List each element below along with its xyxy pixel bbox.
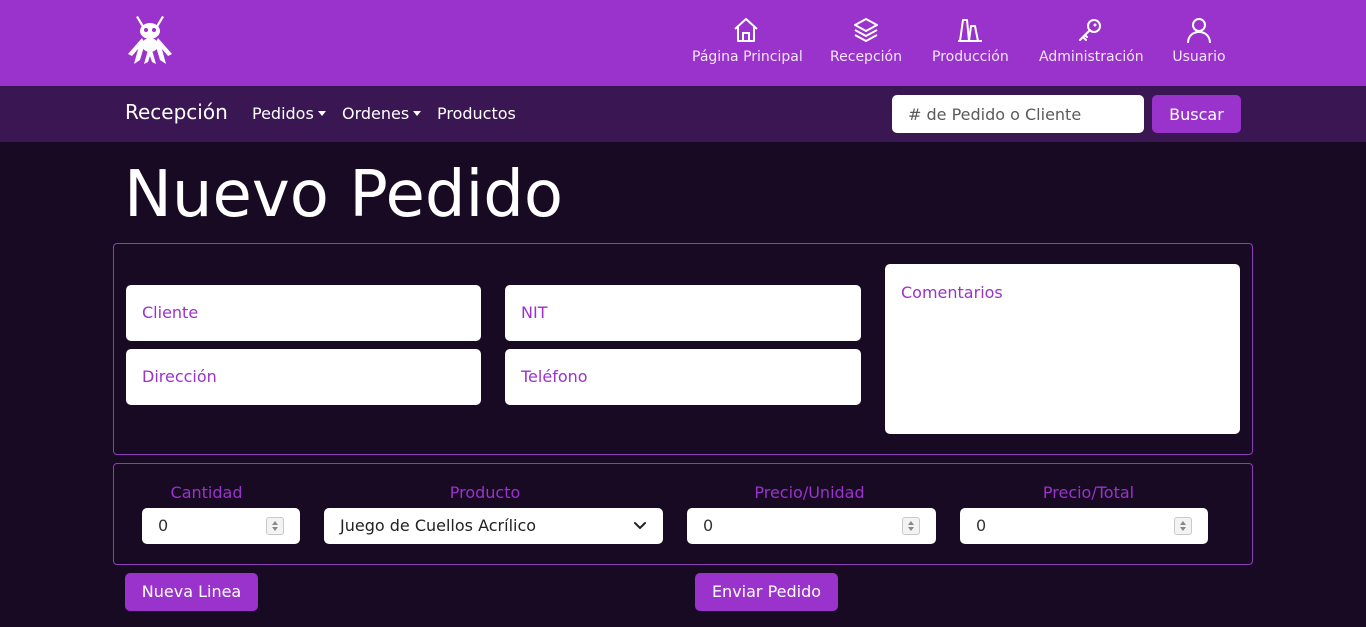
nit-field[interactable]: NIT xyxy=(505,285,861,341)
precio-unidad-value: 0 xyxy=(703,516,714,535)
factory-icon xyxy=(958,19,982,42)
nav-produccion[interactable]: Producción xyxy=(932,16,1009,65)
precio-total-label: Precio/Total xyxy=(1042,483,1135,502)
precio-total-input[interactable]: 0 xyxy=(960,508,1208,544)
key-icon xyxy=(1079,19,1101,41)
nueva-linea-button[interactable]: Nueva Linea xyxy=(125,573,258,611)
chevron-down-icon xyxy=(634,522,646,529)
page-title: Nuevo Pedido xyxy=(124,158,564,232)
enviar-pedido-button[interactable]: Enviar Pedido xyxy=(695,573,838,611)
nav-label: Recepción xyxy=(830,49,902,65)
nav-label: Usuario xyxy=(1172,49,1226,65)
producto-select[interactable]: Juego de Cuellos Acrílico xyxy=(324,508,663,544)
telefono-field[interactable]: Teléfono xyxy=(505,349,861,405)
ant-logo-icon[interactable] xyxy=(124,12,176,68)
precio-total-value: 0 xyxy=(976,516,987,535)
search-input[interactable] xyxy=(892,95,1144,133)
section-brand[interactable]: Recepción xyxy=(125,100,228,124)
nav-label: Página Principal xyxy=(692,49,803,65)
top-navbar: Página Principal Recepción Producción Ad… xyxy=(0,0,1366,86)
menu-label: Ordenes xyxy=(342,104,410,123)
nav-usuario[interactable]: Usuario xyxy=(1170,16,1228,65)
nav-label: Administración xyxy=(1039,49,1144,65)
precio-unidad-input[interactable]: 0 xyxy=(687,508,936,544)
cantidad-input[interactable]: 0 xyxy=(142,508,300,544)
nav-pagina-principal[interactable]: Página Principal xyxy=(692,16,803,65)
nav-administracion[interactable]: Administración xyxy=(1039,16,1144,65)
user-icon xyxy=(1187,18,1211,44)
menu-ordenes[interactable]: Ordenes xyxy=(342,104,422,123)
nav-label: Producción xyxy=(932,49,1009,65)
cantidad-label: Cantidad xyxy=(170,483,243,502)
number-spinner[interactable] xyxy=(902,517,920,535)
direccion-field[interactable]: Dirección xyxy=(126,349,481,405)
number-spinner[interactable] xyxy=(1174,517,1192,535)
layers-icon xyxy=(854,18,878,42)
cantidad-value: 0 xyxy=(158,516,169,535)
caret-down-icon xyxy=(413,111,422,116)
search-button[interactable]: Buscar xyxy=(1152,95,1241,133)
menu-pedidos[interactable]: Pedidos xyxy=(252,104,326,123)
section-navbar: Recepción Pedidos Ordenes Productos Busc… xyxy=(0,86,1366,142)
nav-recepcion[interactable]: Recepción xyxy=(830,16,902,65)
number-spinner[interactable] xyxy=(266,517,284,535)
menu-productos[interactable]: Productos xyxy=(437,104,516,123)
producto-label: Producto xyxy=(449,483,521,502)
producto-value: Juego de Cuellos Acrílico xyxy=(340,516,537,535)
precio-unidad-label: Precio/Unidad xyxy=(754,483,865,502)
comentarios-textarea[interactable]: Comentarios xyxy=(885,264,1240,434)
menu-label: Pedidos xyxy=(252,104,314,123)
cliente-field[interactable]: Cliente xyxy=(126,285,481,341)
home-icon xyxy=(734,18,758,42)
caret-down-icon xyxy=(317,111,326,116)
